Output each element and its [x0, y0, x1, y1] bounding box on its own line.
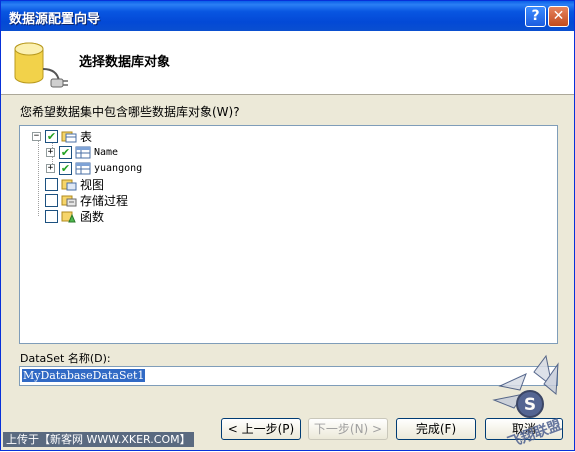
- database-objects-tree[interactable]: − ✔ 表 + ✔ Name + ✔ yuangong 视图 存储过程 函数: [19, 125, 558, 344]
- svg-text:S: S: [524, 395, 536, 415]
- functions-label: 函数: [80, 209, 105, 224]
- finish-button[interactable]: 完成(F): [396, 418, 476, 440]
- table-name-checkbox[interactable]: ✔: [59, 145, 72, 159]
- tree-node-tables[interactable]: − ✔ 表: [32, 128, 92, 144]
- close-button[interactable]: ✕: [548, 6, 569, 27]
- tables-label: 表: [80, 129, 93, 144]
- table-icon: [75, 162, 91, 175]
- site-logo-watermark: S 飞翔联盟: [492, 354, 564, 451]
- table-yuangong-checkbox[interactable]: ✔: [59, 161, 72, 175]
- wizard-header: 选择数据库对象: [1, 31, 574, 95]
- help-button[interactable]: ?: [525, 6, 546, 27]
- tree-node-functions[interactable]: 函数: [32, 208, 104, 224]
- tree-node-table-name[interactable]: + ✔ Name: [46, 144, 118, 160]
- collapse-toggle-icon[interactable]: −: [32, 131, 41, 141]
- expand-toggle-icon[interactable]: +: [46, 163, 55, 173]
- dataset-name-label: DataSet 名称(D):: [20, 352, 111, 365]
- views-label: 视图: [80, 177, 105, 192]
- page-title: 选择数据库对象: [79, 55, 171, 70]
- functions-checkbox[interactable]: [45, 209, 58, 223]
- procedures-folder-icon: [61, 195, 77, 207]
- procedures-checkbox[interactable]: [45, 193, 58, 207]
- table-name-label: Name: [94, 146, 119, 158]
- tree-node-views[interactable]: 视图: [32, 176, 104, 192]
- procedures-label: 存储过程: [80, 193, 129, 208]
- next-button[interactable]: 下一步(N) >: [308, 418, 388, 440]
- dataset-name-value: MyDatabaseDataSet1: [22, 369, 146, 382]
- previous-button[interactable]: < 上一步(P): [221, 418, 301, 440]
- table-icon: [75, 146, 91, 159]
- functions-folder-icon: [61, 211, 76, 223]
- wizard-window: 数据源配置向导 ? ✕ 选择数据库对象 您希望数据集中包含哪些数据库对象(W)?…: [0, 0, 575, 451]
- logo-text: 飞翔联盟: [505, 416, 563, 451]
- tree-node-procedures[interactable]: 存储过程: [32, 192, 128, 208]
- tree-node-table-yuangong[interactable]: + ✔ yuangong: [46, 160, 142, 176]
- table-yuangong-label: yuangong: [94, 162, 143, 174]
- title-bar[interactable]: 数据源配置向导 ? ✕: [1, 1, 574, 31]
- views-checkbox[interactable]: [45, 177, 58, 191]
- window-title: 数据源配置向导: [9, 12, 101, 27]
- database-icon: [14, 42, 68, 88]
- views-folder-icon: [61, 179, 77, 191]
- upload-watermark: 上传于【新客网 WWW.XKER.COM】: [3, 432, 194, 447]
- tables-checkbox[interactable]: ✔: [45, 129, 58, 143]
- tables-folder-icon: [61, 131, 77, 143]
- expand-toggle-icon[interactable]: +: [46, 147, 55, 157]
- objects-prompt-label: 您希望数据集中包含哪些数据库对象(W)?: [20, 105, 240, 119]
